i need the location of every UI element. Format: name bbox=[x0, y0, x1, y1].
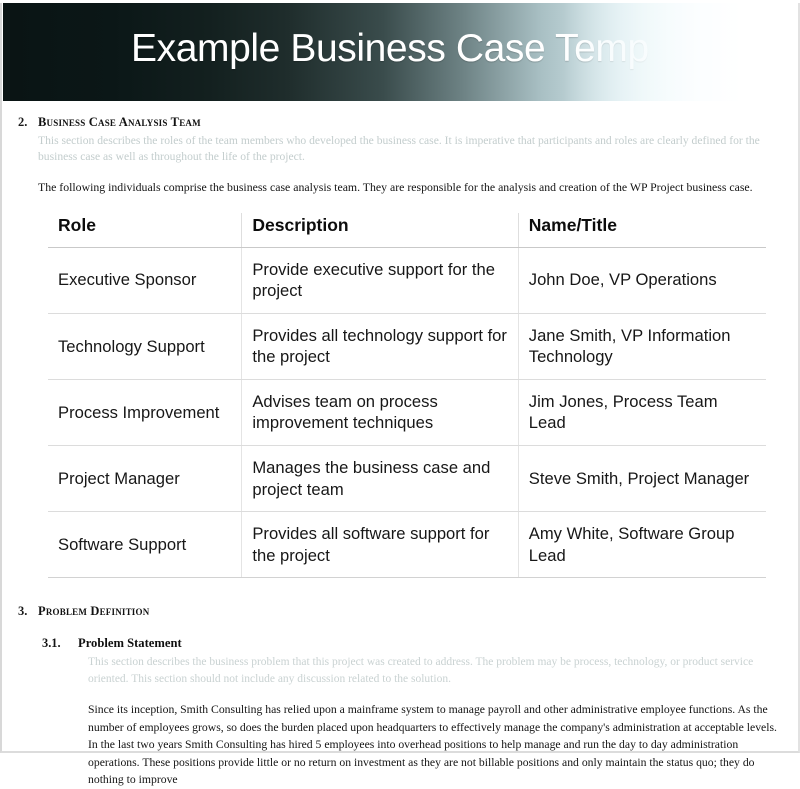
cell-description: Provide executive support for the projec… bbox=[241, 247, 519, 314]
column-header-description: Description bbox=[241, 212, 519, 248]
cell-description: Advises team on process improvement tech… bbox=[241, 379, 519, 447]
document-body: 2. Business Case Analysis Team This sect… bbox=[2, 115, 798, 789]
subsection-content: Problem Statement This section describes… bbox=[78, 636, 782, 789]
section-content: Business Case Analysis Team This section… bbox=[38, 115, 782, 196]
page-title: Example Business Case Temp bbox=[131, 27, 649, 70]
cell-role: Executive Sponsor bbox=[48, 247, 243, 314]
document-page: Example Business Case Temp 2. Business C… bbox=[0, 3, 800, 786]
table-header-row: Role Description Name/Title bbox=[48, 212, 766, 248]
table-row: Executive Sponsor Provide executive supp… bbox=[48, 247, 766, 314]
section-number: 3. bbox=[18, 604, 28, 619]
table-row: Process Improvement Advises team on proc… bbox=[48, 379, 766, 447]
table-row: Software Support Provides all software s… bbox=[48, 511, 766, 579]
section-number: 2. bbox=[18, 115, 28, 129]
subsection-problem-statement: 3.1. Problem Statement This section desc… bbox=[12, 636, 782, 789]
cell-description: Manages the business case and project te… bbox=[241, 445, 519, 513]
subsection-number: 3.1. bbox=[42, 635, 61, 650]
subsection-paragraph: Since its inception, Smith Consulting ha… bbox=[88, 703, 777, 787]
subsection-instruction-text: This section describes the business prob… bbox=[88, 655, 754, 685]
section-instruction-text: This section describes the roles of the … bbox=[38, 133, 760, 164]
cell-role: Technology Support bbox=[48, 313, 243, 380]
table-row: Project Manager Manages the business cas… bbox=[48, 445, 766, 513]
cell-name-title: Amy White, Software Group Lead bbox=[518, 511, 766, 579]
team-table-container: Role Description Name/Title Executive Sp… bbox=[48, 212, 766, 579]
section-problem-definition: 3. Problem Definition bbox=[12, 604, 782, 620]
cell-name-title: Jim Jones, Process Team Lead bbox=[518, 379, 766, 447]
section-content: Problem Definition bbox=[38, 604, 782, 620]
section-business-case-analysis-team: 2. Business Case Analysis Team This sect… bbox=[12, 115, 782, 196]
cell-name-title: Steve Smith, Project Manager bbox=[518, 445, 766, 513]
business-case-analysis-team-table: Role Description Name/Title Executive Sp… bbox=[48, 212, 766, 579]
section-paragraph: The following individuals comprise the b… bbox=[38, 179, 753, 194]
column-header-role: Role bbox=[48, 212, 243, 248]
column-header-name-title: Name/Title bbox=[518, 212, 766, 248]
cell-role: Project Manager bbox=[48, 445, 243, 513]
cell-name-title: John Doe, VP Operations bbox=[518, 247, 766, 314]
cell-role: Software Support bbox=[48, 511, 243, 579]
cell-description: Provides all software support for the pr… bbox=[241, 511, 519, 579]
section-heading: Business Case Analysis Team bbox=[38, 115, 201, 129]
page-banner: Example Business Case Temp bbox=[3, 3, 795, 101]
cell-role: Process Improvement bbox=[48, 379, 243, 447]
section-heading: Problem Definition bbox=[38, 604, 150, 619]
cell-description: Provides all technology support for the … bbox=[241, 313, 519, 380]
cell-name-title: Jane Smith, VP Information Technology bbox=[518, 313, 766, 380]
table-row: Technology Support Provides all technolo… bbox=[48, 313, 766, 380]
subsection-heading: Problem Statement bbox=[78, 635, 182, 650]
